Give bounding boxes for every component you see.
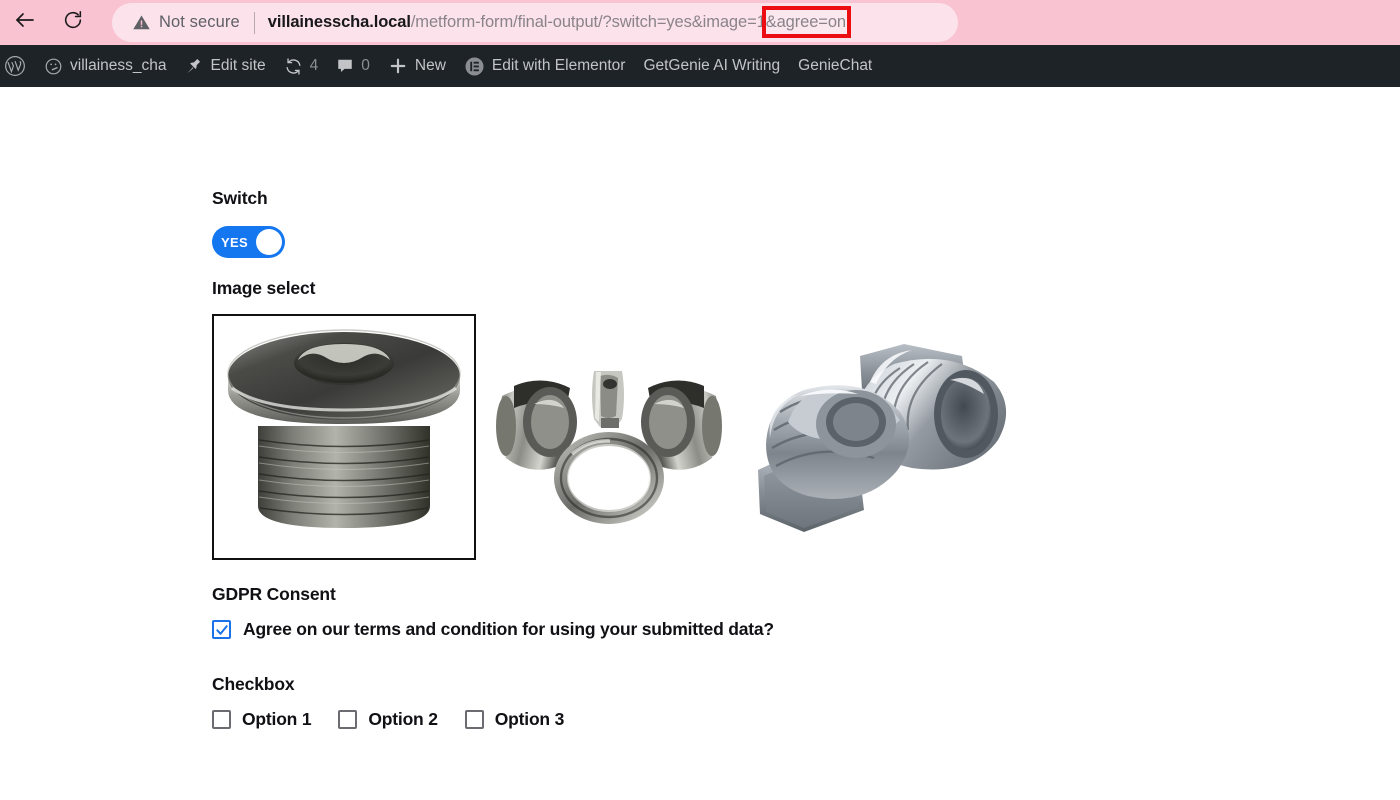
adminbar-label-new: New bbox=[414, 57, 446, 74]
checkbox-field: Checkbox Option 1 Option 2 Option 3 bbox=[212, 674, 564, 730]
checkbox-option-3-label: Option 3 bbox=[494, 709, 565, 729]
url-highlighted-param: &agree=on bbox=[761, 6, 852, 38]
gdpr-field-label: GDPR Consent bbox=[212, 584, 336, 604]
image-option-metal-socket-plug-bolt[interactable] bbox=[212, 314, 476, 560]
checkbox-field-label: Checkbox bbox=[212, 674, 295, 694]
switch-toggle-value: YES bbox=[221, 234, 248, 250]
elementor-icon bbox=[464, 56, 485, 77]
adminbar-label-edit-with-elementor: Edit with Elementor bbox=[491, 57, 626, 74]
browser-chrome: Not secure villainesscha.local/metform-f… bbox=[0, 0, 1400, 45]
metal-coupling-fittings-image bbox=[484, 338, 734, 528]
dashboard-gauge-icon bbox=[44, 57, 63, 76]
image-option-metal-coupling-fittings-with-ring[interactable] bbox=[484, 314, 734, 528]
checkbox-option-2-label: Option 2 bbox=[368, 709, 438, 729]
adminbar-item-edit-with-elementor[interactable]: Edit with Elementor bbox=[455, 45, 635, 87]
image-option-jic-flare-hydraulic-fittings[interactable] bbox=[744, 314, 1024, 553]
pin-icon bbox=[185, 57, 204, 76]
comment-bubble-icon bbox=[336, 57, 354, 75]
image-select-field: Image select bbox=[212, 278, 1024, 560]
switch-toggle[interactable]: YES bbox=[212, 226, 285, 258]
adminbar-count-comments: 0 bbox=[361, 57, 370, 74]
back-button[interactable] bbox=[8, 6, 42, 40]
page-content: Switch YES Image select GDPR Consent Agr… bbox=[0, 87, 1400, 800]
checkbox-option-1-label: Option 1 bbox=[242, 709, 312, 729]
url-host: villainesscha.local bbox=[267, 13, 411, 31]
address-bar[interactable]: Not secure villainesscha.local/metform-f… bbox=[112, 3, 958, 42]
url-text: villainesscha.local/metform-form/final-o… bbox=[267, 6, 852, 38]
plus-icon bbox=[388, 56, 408, 76]
adminbar-item-site-name[interactable]: villainess_cha bbox=[35, 45, 176, 87]
checkbox-option-1-box[interactable] bbox=[212, 710, 231, 729]
image-select-options bbox=[212, 314, 1024, 560]
adminbar-label-site-name: villainess_cha bbox=[70, 57, 167, 74]
adminbar-item-comments[interactable]: 0 bbox=[327, 45, 379, 87]
url-divider bbox=[253, 11, 255, 34]
gdpr-consent-row[interactable]: Agree on our terms and condition for usi… bbox=[212, 619, 774, 640]
gdpr-consent-field: GDPR Consent Agree on our terms and cond… bbox=[212, 584, 774, 640]
adminbar-count-updates: 4 bbox=[309, 57, 319, 74]
adminbar-label-geniechat: GenieChat bbox=[798, 57, 873, 74]
image-select-field-label: Image select bbox=[212, 278, 316, 298]
updates-icon bbox=[284, 57, 303, 76]
reload-icon bbox=[62, 9, 84, 36]
gdpr-consent-label: Agree on our terms and condition for usi… bbox=[243, 619, 774, 639]
warning-triangle-icon bbox=[132, 13, 151, 32]
wp-admin-bar: villainess_cha Edit site 4 0 New Edit wi… bbox=[0, 45, 1400, 87]
metal-socket-plug-bolt-image bbox=[216, 318, 472, 556]
adminbar-item-new[interactable]: New bbox=[379, 45, 455, 87]
checkbox-option-3-box[interactable] bbox=[464, 710, 484, 729]
checkbox-option-2[interactable]: Option 2 bbox=[338, 709, 438, 730]
switch-field: Switch YES bbox=[212, 188, 285, 258]
adminbar-item-updates[interactable]: 4 bbox=[275, 45, 328, 87]
adminbar-item-geniechat[interactable]: GenieChat bbox=[789, 45, 881, 87]
adminbar-item-getgenie-ai-writing[interactable]: GetGenie AI Writing bbox=[634, 45, 789, 87]
adminbar-label-edit-site: Edit site bbox=[210, 57, 266, 74]
back-arrow-icon bbox=[13, 8, 37, 37]
url-path: /metform-form/final-output/?switch=yes&i… bbox=[410, 13, 766, 31]
checkbox-option-3[interactable]: Option 3 bbox=[464, 709, 565, 730]
adminbar-label-getgenie: GetGenie AI Writing bbox=[643, 57, 781, 74]
checkbox-options: Option 1 Option 2 Option 3 bbox=[212, 709, 564, 730]
security-status-label: Not secure bbox=[159, 13, 240, 31]
checkbox-option-1[interactable]: Option 1 bbox=[212, 709, 312, 730]
wordpress-logo-icon bbox=[4, 55, 26, 77]
switch-knob bbox=[256, 229, 282, 255]
adminbar-item-wordpress-logo[interactable] bbox=[0, 45, 35, 87]
reload-button[interactable] bbox=[56, 6, 90, 40]
adminbar-item-edit-site[interactable]: Edit site bbox=[176, 45, 275, 87]
jic-flare-hydraulic-fittings-image bbox=[744, 328, 1024, 553]
checkmark-icon bbox=[215, 624, 228, 635]
gdpr-consent-checkbox[interactable] bbox=[212, 620, 231, 639]
switch-field-label: Switch bbox=[212, 188, 268, 208]
checkbox-option-2-box[interactable] bbox=[338, 710, 358, 729]
